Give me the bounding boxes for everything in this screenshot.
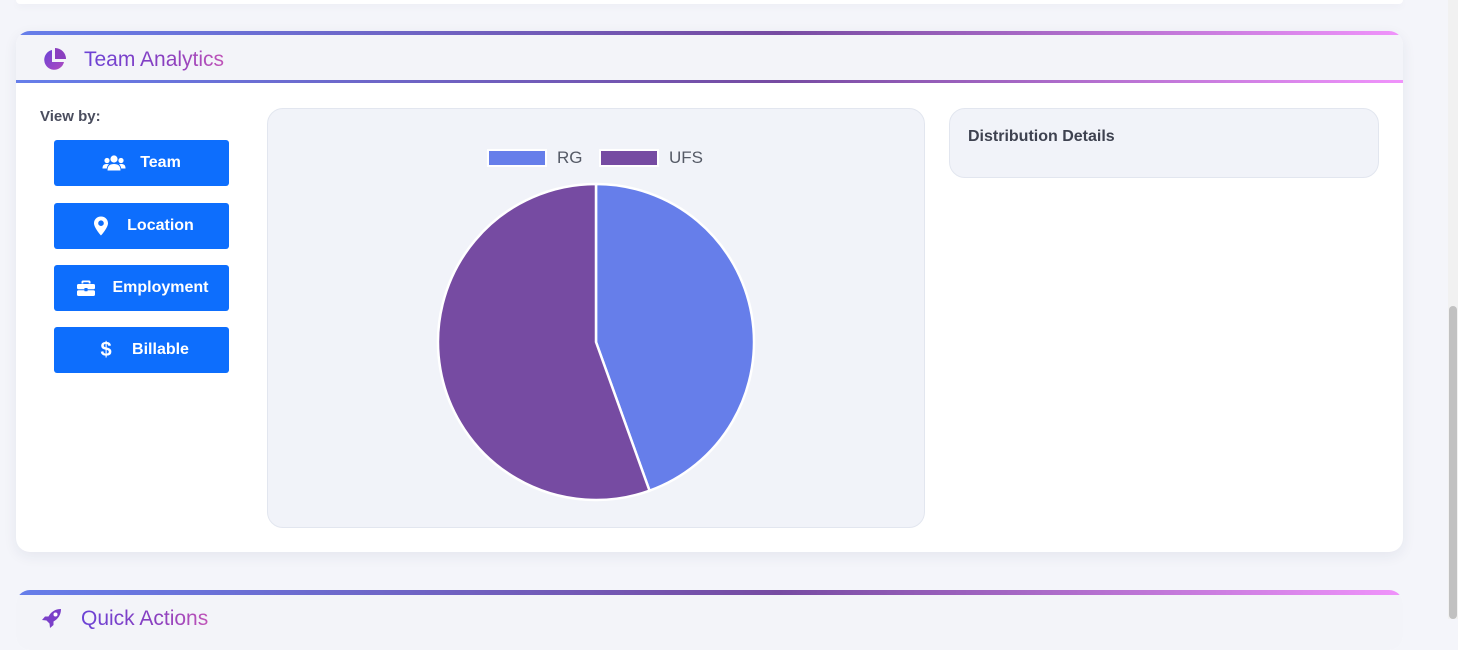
distribution-details-title: Distribution Details <box>968 128 1115 145</box>
card-title: Team Analytics <box>84 48 225 71</box>
view-by-billable-button[interactable]: $ Billable <box>54 327 229 373</box>
card-header: Quick Actions <box>16 595 1403 650</box>
distribution-details-panel: Distribution Details <box>949 108 1379 178</box>
view-by-location-button[interactable]: Location <box>54 203 229 249</box>
briefcase-icon <box>74 278 98 298</box>
rocket-icon <box>42 609 61 628</box>
card-header: Team Analytics <box>16 35 1403 82</box>
scrollbar-thumb[interactable] <box>1449 306 1457 619</box>
header-divider <box>16 80 1403 83</box>
card-title: Quick Actions <box>81 607 209 630</box>
dollar-icon: $ <box>100 338 112 361</box>
view-by-employment-button[interactable]: Employment <box>54 265 229 311</box>
chart-pie-icon <box>44 48 66 70</box>
view-by-employment-label: Employment <box>112 279 209 296</box>
previous-card-bottom <box>16 0 1403 4</box>
view-by-label: View by: <box>40 108 101 125</box>
view-by-billable-label: Billable <box>132 341 189 358</box>
team-analytics-card: Team Analytics View by: Team Location Em… <box>16 31 1403 552</box>
quick-actions-card: Quick Actions <box>16 590 1403 650</box>
view-by-team-label: Team <box>140 154 181 171</box>
pie-chart-panel: RG UFS <box>267 108 925 528</box>
view-by-team-button[interactable]: Team <box>54 140 229 186</box>
pie-chart <box>436 182 756 502</box>
map-pin-icon <box>89 216 113 236</box>
users-icon <box>102 153 126 173</box>
view-by-location-label: Location <box>127 217 194 234</box>
